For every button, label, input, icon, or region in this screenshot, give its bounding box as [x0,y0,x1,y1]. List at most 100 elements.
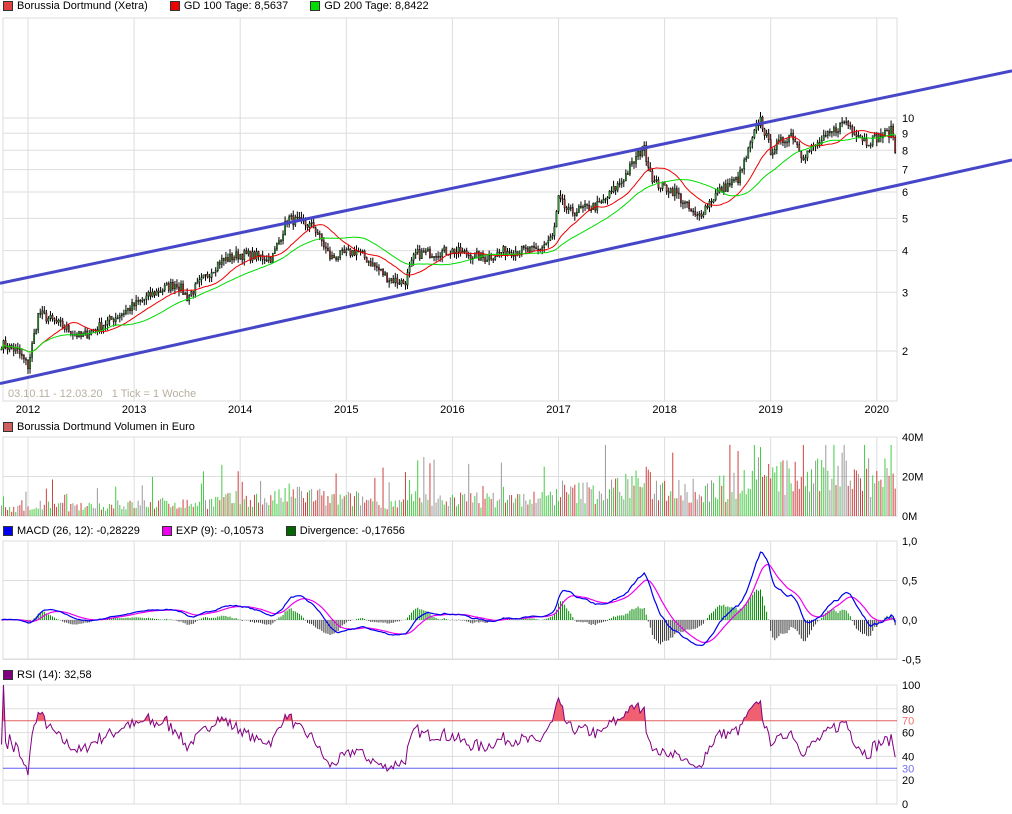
candle-body [669,188,672,194]
candle-body [745,157,748,161]
candle-body [773,149,776,154]
y-tick-label: 8 [902,145,908,157]
candle-body [110,316,113,320]
candle-body [84,330,86,334]
candle-body [680,193,682,204]
candle-body [347,248,350,251]
x-tick-label: 2020 [865,404,889,416]
candle-body [763,128,766,136]
candle-body [702,214,705,217]
candle-body [369,261,372,267]
candle-body [537,248,539,251]
candle-body [535,247,537,250]
candle-body [553,226,556,237]
candle-body [531,245,533,248]
candle-body [255,251,258,260]
y-tick-label: -0,5 [902,655,921,667]
candle-body [651,170,654,183]
candle-body [622,180,625,183]
y-tick-label: 2 [902,346,908,358]
candle-body [686,201,688,204]
candle-body [724,183,727,192]
candle-body [696,214,699,217]
candle-body [331,255,333,260]
candle-body [488,255,490,261]
candle-body [786,141,788,144]
candle-body [155,290,158,296]
candle-body [637,151,639,157]
candle-body [826,131,829,136]
candle-body [86,330,89,339]
candle-body [867,144,870,147]
candle-body [396,277,399,284]
candle-body [214,270,217,273]
candle-body [437,256,439,258]
candle-body [300,217,303,219]
y-tick-label: 70 [902,716,914,728]
candle-body [684,201,686,204]
candle-body [231,253,233,261]
candle-body [233,257,235,261]
candle-body [843,121,846,124]
candle-body [527,247,529,252]
candle-body [208,276,211,279]
candle-body [796,141,799,145]
y-tick-label: 1,0 [902,536,917,548]
candle-body [604,198,607,201]
y-tick-label: 3 [902,287,908,299]
candle-body [298,217,301,219]
candle-body [592,203,595,210]
x-tick-label: 2012 [16,404,40,416]
candle-body [335,257,337,260]
candle-body [59,319,62,322]
candle-body [355,250,358,256]
gd100-line [1,130,896,353]
candle-body [767,133,770,140]
candle-body [635,156,637,164]
candle-body [174,284,176,290]
candle-body [418,249,421,259]
candle-body [639,151,641,157]
rsi-line [1,684,896,776]
candle-body [390,278,393,281]
candle-body [494,256,497,260]
candle-body [871,135,874,146]
candle-body [322,240,325,248]
candle-body [541,247,544,250]
candle-body [125,309,127,314]
candle-body [722,183,725,193]
candle-body [712,199,715,203]
candle-body [261,254,264,260]
y-tick-label: 80 [902,704,914,716]
candle-body [325,246,327,249]
candle-body [410,259,413,267]
candle-body [245,250,248,254]
candle-body [508,251,511,253]
candle-body [775,140,778,150]
candle-body [500,251,503,254]
candle-body [524,247,527,250]
candle-body [798,144,801,152]
candle-body [498,251,501,254]
candle-body [565,207,568,210]
candle-body [27,359,29,370]
candle-body [225,257,227,261]
candle-body [78,331,80,338]
candle-body [265,259,268,262]
candle-body [394,277,397,284]
candle-body [769,139,772,156]
candle-body [578,206,580,213]
candle-body [851,125,854,133]
candle-body [467,254,470,257]
candle-body [33,333,35,344]
candle-body [459,246,462,254]
candle-body [8,344,11,350]
candle-body [582,206,584,208]
candle-body [751,137,754,144]
candle-body [529,246,531,252]
candle-body [382,268,384,276]
candle-body [741,168,743,171]
macd-line [1,551,896,647]
panel-frame [2,17,898,402]
candle-body [790,133,792,137]
